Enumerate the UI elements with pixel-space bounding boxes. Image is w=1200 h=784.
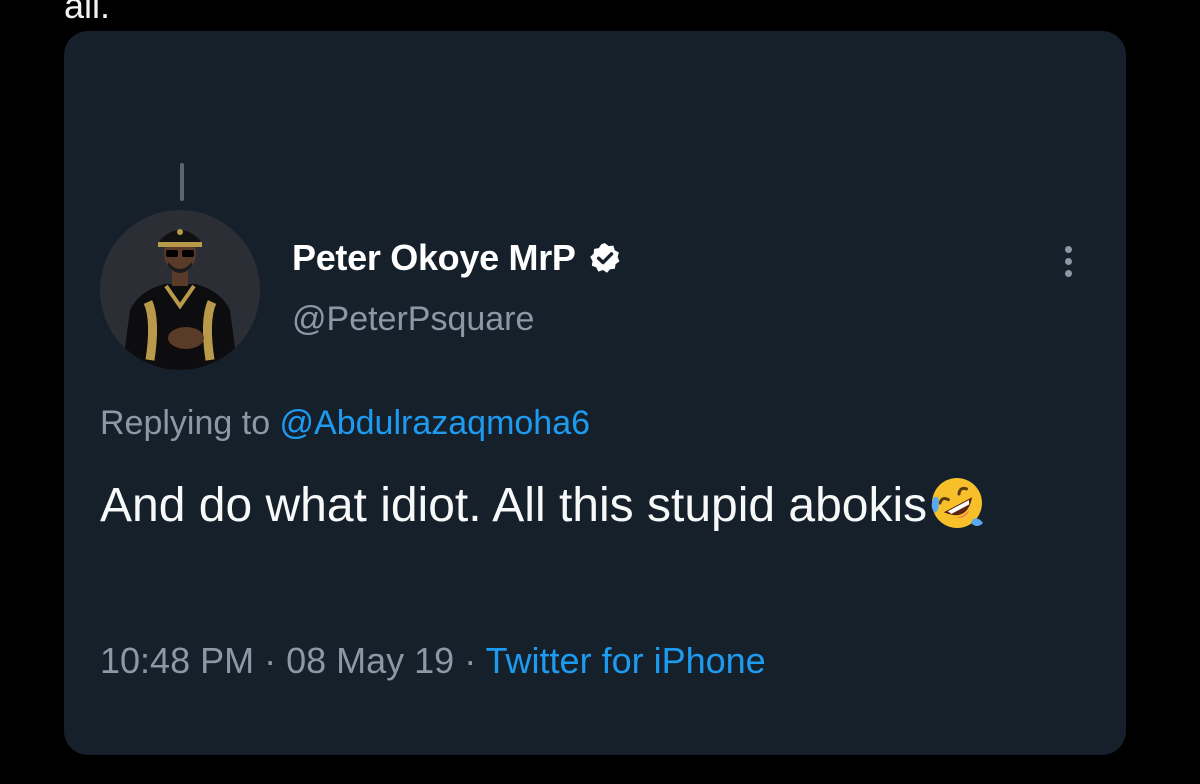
thread-connector-line	[180, 163, 184, 201]
replying-to-line: Replying to @Abdulrazaqmoha6	[100, 404, 590, 443]
more-options-icon[interactable]	[1052, 236, 1084, 286]
user-handle[interactable]: @PeterPsquare	[292, 300, 534, 339]
replying-to-mention-link[interactable]: @Abdulrazaqmoha6	[280, 404, 590, 442]
preceding-text-fragment: all.	[64, 0, 111, 26]
verified-badge-icon	[589, 243, 620, 273]
tweet-meta: 10:48 PM · 08 May 19 · Twitter for iPhon…	[100, 640, 766, 682]
tweet-source-link[interactable]: Twitter for iPhone	[486, 640, 766, 681]
more-dot	[1064, 245, 1072, 253]
author-name-row[interactable]: Peter Okoye MrP	[292, 232, 622, 284]
page: all. Peter Okoye MrP @PeterPsquare Reply…	[0, 0, 1200, 784]
tweet-body: And do what idiot. All this stupid aboki…	[100, 466, 1090, 546]
more-dot	[1064, 269, 1072, 277]
tweet-date[interactable]: 08 May 19	[286, 640, 454, 681]
display-name[interactable]: Peter Okoye MrP	[292, 237, 576, 279]
avatar[interactable]	[100, 210, 260, 370]
rolling-on-floor-laughing-emoji-icon	[931, 478, 984, 528]
more-dot	[1064, 257, 1072, 265]
avatar-photo	[100, 210, 260, 370]
meta-separator: ·	[254, 640, 287, 681]
replying-prefix: Replying to	[100, 404, 280, 442]
tweet-text: And do what idiot. All this stupid aboki…	[100, 479, 928, 532]
tweet-time[interactable]: 10:48 PM	[100, 640, 254, 681]
meta-separator: ·	[454, 640, 486, 681]
